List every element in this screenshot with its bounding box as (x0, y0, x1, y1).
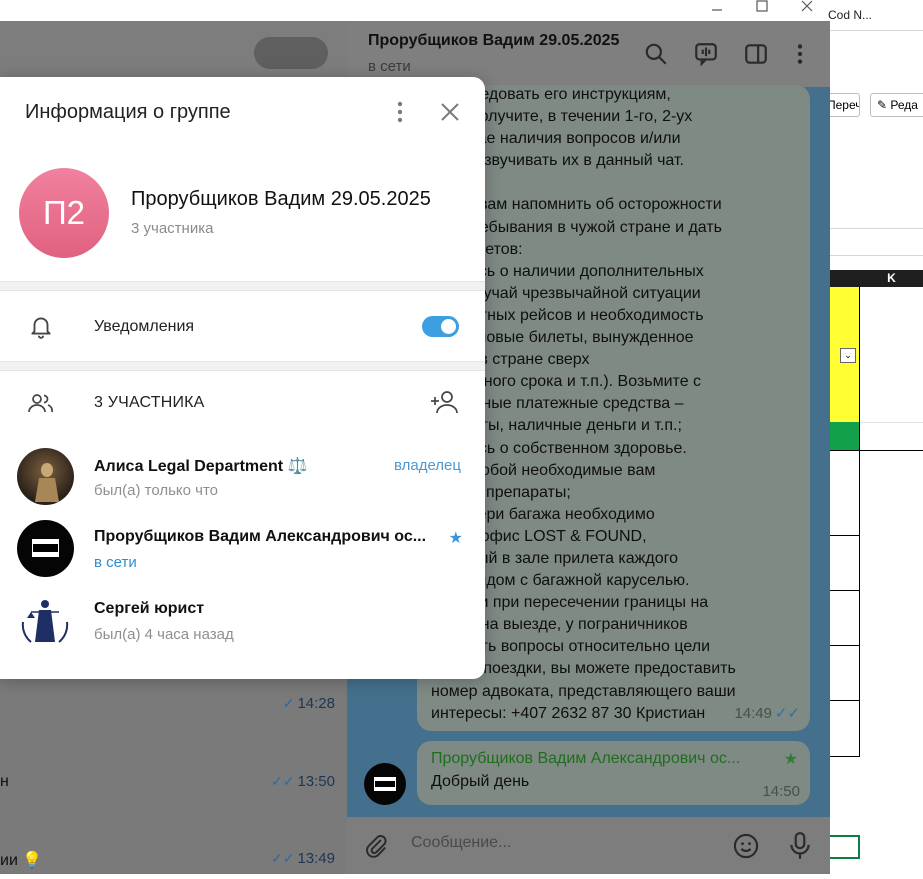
member-avatar (17, 448, 74, 505)
excel-column-header-k[interactable]: K (860, 270, 923, 287)
bell-icon (31, 317, 51, 339)
member-row[interactable]: Сергей юрист был(а) 4 часа назад (0, 592, 485, 664)
telegram-window: ✓ 14:28 н ✓✓ 13:50 ии 💡 ✓✓ 13:49 Прорубщико… (0, 21, 830, 874)
double-check-icon: ✓✓ (270, 773, 295, 789)
member-row[interactable]: Прорубщиков Вадим Александрович ос... в … (0, 520, 485, 592)
attach-icon[interactable] (363, 833, 389, 859)
stacked-avatars[interactable] (254, 37, 328, 69)
message-time: 14:50 (762, 783, 800, 800)
group-info-modal: Информация о группе П2 Прорубщиков Вадим… (0, 77, 485, 679)
member-name: Алиса Legal Department ⚖️ (94, 458, 308, 475)
chat-list-header (0, 21, 347, 85)
lady-justice-photo-icon (35, 463, 59, 502)
message-sender-name[interactable]: Прорубщиков Вадим Александрович ос... (431, 750, 771, 768)
section-divider (0, 361, 485, 371)
excel-column-header (828, 270, 860, 287)
minimize-icon[interactable] (708, 2, 726, 16)
toggle-knob (441, 319, 456, 334)
group-member-count: 3 участника (131, 220, 214, 237)
maximize-icon[interactable] (753, 0, 771, 14)
chat-row-time: ✓✓ 13:50 (270, 773, 335, 790)
double-check-icon: ✓✓ (270, 850, 295, 866)
check-icon: ✓ (282, 695, 295, 711)
bulb-icon: 💡 (22, 852, 43, 869)
member-row[interactable]: Алиса Legal Department ⚖️ был(а) только … (0, 448, 485, 520)
member-status: был(а) 4 часа назад (94, 626, 234, 643)
group-avatar[interactable]: П2 (19, 168, 109, 258)
microphone-icon[interactable] (787, 831, 813, 861)
member-role-badge: владелец (393, 457, 461, 474)
member-status: в сети (94, 554, 137, 571)
excel-selected-cell[interactable] (828, 835, 860, 859)
excel-border (828, 645, 860, 646)
member-name: Сергей юрист (94, 600, 205, 617)
excel-border (828, 756, 860, 757)
star-icon: ★ (448, 530, 463, 547)
excel-divider (828, 30, 923, 31)
excel-border (828, 450, 860, 451)
member-avatar (17, 520, 74, 577)
excel-border (828, 535, 860, 536)
modal-title: Информация о группе (25, 101, 231, 123)
members-icon (28, 394, 53, 413)
message-text: Вас следовать его инструкциям, е Вы полу… (431, 86, 736, 722)
sender-avatar[interactable] (364, 763, 406, 805)
chat-row-text[interactable]: ии 💡 (0, 850, 42, 870)
excel-gridline (860, 422, 923, 423)
lady-justice-logo-icon (21, 600, 69, 643)
more-options-icon[interactable] (787, 41, 813, 67)
chat-row-time: ✓✓ 13:49 (270, 850, 335, 867)
section-divider (0, 281, 485, 291)
message-bubble[interactable]: Прорубщиков Вадим Александрович ос... ★ … (417, 741, 810, 805)
notifications-toggle[interactable] (422, 316, 459, 337)
chat-status: в сети (368, 58, 411, 75)
pencil-icon: ✎ (877, 98, 891, 112)
notifications-label: Уведомления (94, 318, 195, 335)
add-member-icon[interactable] (429, 389, 459, 415)
excel-border (859, 287, 860, 757)
group-name: Прорубщиков Вадим 29.05.2025 (131, 188, 431, 210)
more-options-icon[interactable] (388, 99, 412, 125)
chat-row-time: ✓ 14:28 (282, 695, 335, 712)
member-name: Прорубщиков Вадим Александрович ос... (94, 528, 427, 545)
double-check-icon: ✓✓ (774, 705, 800, 722)
excel-tab[interactable]: Cod N... (828, 8, 872, 22)
chat-title[interactable]: Прорубщиков Вадим 29.05.2025 (368, 32, 619, 50)
close-window-icon[interactable] (798, 0, 816, 14)
chat-row-text[interactable]: н (0, 773, 9, 791)
excel-button-right[interactable]: ✎ Реда (870, 93, 923, 117)
emoji-icon[interactable] (732, 832, 760, 860)
filter-dropdown-icon[interactable]: ⌄ (840, 348, 856, 363)
close-icon[interactable] (438, 100, 462, 124)
excel-green-cell[interactable] (828, 422, 860, 450)
excel-gridline (860, 450, 923, 451)
star-icon: ★ (783, 751, 798, 768)
excel-divider (828, 255, 923, 256)
message-text: Добрый день (431, 773, 530, 790)
excel-divider (828, 228, 923, 229)
voice-chat-icon[interactable] (693, 41, 719, 67)
sidebar-toggle-icon[interactable] (743, 41, 769, 67)
parental-advisory-logo-icon (374, 777, 396, 791)
members-header: 3 УЧАСТНИКА (94, 394, 205, 411)
excel-border (828, 590, 860, 591)
parental-advisory-logo-icon (32, 539, 59, 557)
message-input[interactable]: Сообщение... (411, 834, 511, 852)
excel-button-right-label: Реда (890, 98, 918, 112)
excel-border (828, 700, 860, 701)
member-status: был(а) только что (94, 482, 219, 499)
member-avatar (17, 592, 74, 649)
message-time: 14:49 (734, 705, 772, 722)
message-composer: Сообщение... (347, 817, 830, 874)
search-icon[interactable] (643, 41, 669, 67)
